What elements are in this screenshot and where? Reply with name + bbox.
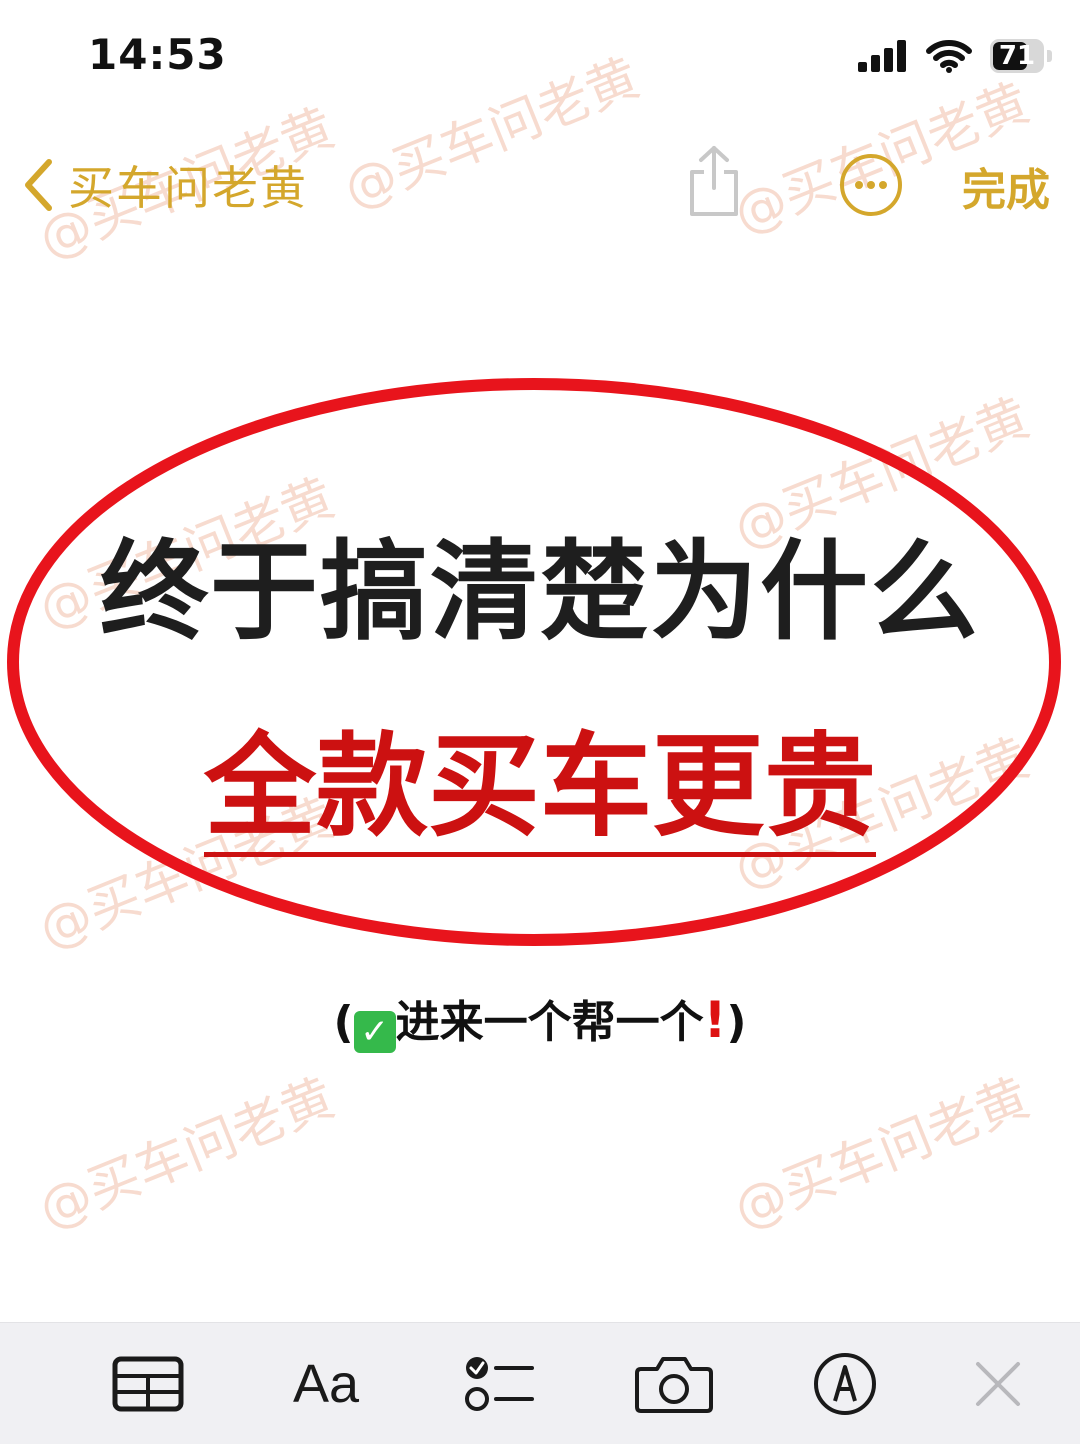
table-icon [112, 1356, 184, 1412]
status-bar: 14:53 71 [0, 0, 1080, 110]
status-indicators: 71 [858, 34, 1052, 78]
battery-percent: 71 [998, 41, 1036, 71]
more-icon [840, 154, 902, 216]
cellular-signal-icon [858, 40, 906, 72]
back-label: 买车问老黄 [68, 161, 308, 215]
checklist-icon [465, 1357, 534, 1411]
check-mark-icon: ✓ [353, 1011, 396, 1053]
watermark: @买车问老黄 [725, 1067, 1038, 1241]
share-icon [690, 146, 738, 216]
camera-icon [635, 1357, 713, 1413]
markup-button[interactable] [810, 1351, 880, 1417]
status-time: 14:53 [88, 30, 227, 79]
done-button[interactable]: 完成 [962, 154, 1050, 218]
format-button[interactable]: Aa [286, 1351, 366, 1417]
battery-icon: 71 [990, 39, 1052, 73]
format-text-icon: Aa [292, 1354, 360, 1414]
table-button[interactable] [110, 1351, 186, 1417]
watermark: @买车问老黄 [30, 1067, 343, 1241]
exclamation-icon: ! [703, 991, 727, 1049]
note-headline: 终于搞清楚为什么 [99, 530, 980, 655]
caption-close-paren: ) [726, 997, 747, 1048]
wifi-icon [926, 40, 972, 73]
note-subheadline: 全款买车更贵 [40, 722, 1040, 857]
caption-text: 进来一个帮一个 [395, 997, 704, 1048]
close-icon [976, 1362, 1020, 1406]
nav-bar: 买车问老黄 完成 [0, 130, 1080, 240]
more-options-button[interactable] [838, 152, 904, 218]
chevron-left-icon [25, 159, 52, 211]
red-circle-annotation [7, 378, 1061, 946]
note-caption: (✓ 进来一个帮一个!) [40, 990, 1040, 1053]
bottom-toolbar: Aa [0, 1322, 1080, 1444]
camera-button[interactable] [634, 1351, 714, 1417]
share-button[interactable] [686, 144, 742, 218]
back-button[interactable]: 买车问老黄 [22, 150, 308, 220]
caption-open-paren: ( [333, 997, 354, 1048]
close-keyboard-button[interactable] [966, 1351, 1030, 1417]
markup-icon [814, 1353, 876, 1415]
checklist-button[interactable] [460, 1351, 536, 1417]
note-subheadline-text: 全款买车更贵 [204, 722, 876, 857]
